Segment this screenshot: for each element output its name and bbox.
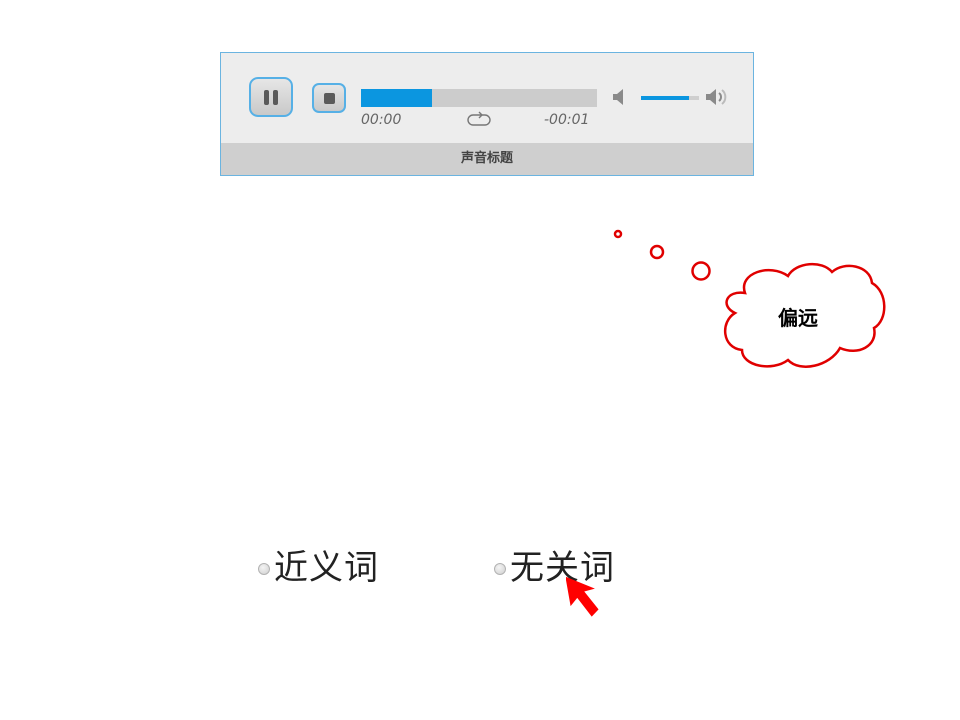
option-label: 近义词 xyxy=(274,548,379,588)
thought-bubble-text: 偏远 xyxy=(778,306,818,330)
pause-icon-bar xyxy=(273,89,278,105)
radio-button[interactable] xyxy=(258,562,270,575)
stop-button[interactable] xyxy=(312,83,346,113)
radio-button[interactable] xyxy=(494,562,506,575)
volume-fill xyxy=(641,96,689,100)
progress-fill xyxy=(361,89,432,107)
loop-icon[interactable] xyxy=(467,111,491,127)
volume-high-icon[interactable] xyxy=(704,87,730,107)
player-title: 声音标题 xyxy=(221,143,753,175)
mouse-cursor-icon xyxy=(566,576,599,617)
progress-bar[interactable] xyxy=(361,89,597,107)
volume-slider[interactable] xyxy=(641,96,699,100)
thought-bubble xyxy=(613,229,886,368)
current-time: 00:00 xyxy=(361,112,402,128)
stop-icon xyxy=(323,92,335,104)
option-synonym[interactable]: 近义词 xyxy=(258,540,379,589)
volume-low-icon[interactable] xyxy=(611,87,629,107)
remaining-time: -00:01 xyxy=(544,112,590,128)
audio-player: 00:00 -00:01 声音标题 xyxy=(220,52,754,176)
pause-icon xyxy=(264,89,269,105)
pause-button[interactable] xyxy=(249,77,293,117)
